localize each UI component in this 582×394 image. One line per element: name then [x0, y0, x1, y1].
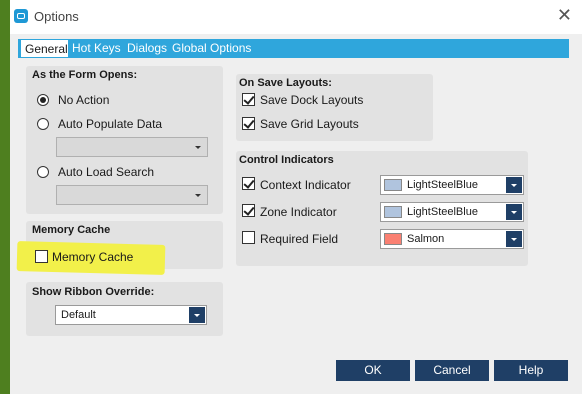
auto-populate-label: Auto Populate Data — [58, 117, 163, 131]
tab-hot-keys[interactable]: Hot Keys — [72, 39, 128, 58]
cancel-button[interactable]: Cancel — [415, 360, 489, 381]
dialog-title: Options — [34, 9, 79, 24]
close-icon[interactable]: ✕ — [557, 5, 572, 26]
form-opens-group: As the Form Opens: No Action Auto Popula… — [26, 66, 223, 214]
context-indicator-color: LightSteelBlue — [407, 179, 478, 191]
chevron-down-icon — [506, 231, 522, 247]
required-field-checkbox[interactable] — [242, 231, 255, 244]
chevron-down-icon — [506, 204, 522, 220]
ribbon-override-dropdown[interactable]: Default — [55, 305, 207, 325]
save-dock-label: Save Dock Layouts — [260, 93, 364, 107]
title-bar: Options ✕ — [10, 0, 582, 34]
save-grid-checkbox[interactable] — [242, 117, 255, 130]
memory-cache-title: Memory Cache — [32, 224, 111, 236]
required-field-color: Salmon — [407, 233, 445, 245]
color-swatch — [384, 206, 402, 218]
context-indicator-checkbox[interactable] — [242, 177, 255, 190]
auto-populate-radio[interactable] — [37, 118, 49, 130]
dialog-body: General Hot Keys Dialogs Global Options … — [10, 34, 582, 394]
save-layouts-group: On Save Layouts: Save Dock Layouts Save … — [236, 74, 433, 141]
tab-global-options[interactable]: Global Options — [172, 39, 262, 58]
auto-populate-dropdown[interactable] — [56, 137, 208, 157]
required-field-label: Required Field — [260, 232, 339, 246]
chevron-down-icon — [190, 187, 206, 203]
options-dialog: Options ✕ General Hot Keys Dialogs Globa… — [10, 0, 582, 394]
no-action-radio[interactable] — [37, 94, 49, 106]
ok-button[interactable]: OK — [336, 360, 410, 381]
zone-indicator-color: LightSteelBlue — [407, 206, 478, 218]
control-indicators-group: Control Indicators Context Indicator Lig… — [236, 151, 528, 266]
control-indicators-title: Control Indicators — [239, 154, 334, 166]
save-grid-label: Save Grid Layouts — [260, 117, 359, 131]
chevron-down-icon — [189, 307, 205, 323]
context-indicator-label: Context Indicator — [260, 178, 351, 192]
auto-load-label: Auto Load Search — [58, 165, 155, 179]
chevron-down-icon — [190, 139, 206, 155]
color-swatch — [384, 179, 402, 191]
ribbon-override-value: Default — [61, 309, 96, 321]
background-window-edge — [0, 0, 10, 394]
zone-indicator-label: Zone Indicator — [260, 205, 337, 219]
auto-load-dropdown[interactable] — [56, 185, 208, 205]
chevron-down-icon — [506, 177, 522, 193]
tab-bar: General Hot Keys Dialogs Global Options — [18, 39, 569, 58]
required-field-color-dropdown[interactable]: Salmon — [380, 229, 524, 249]
memory-cache-checkbox[interactable] — [35, 250, 48, 263]
app-icon — [14, 9, 28, 23]
tab-dialogs[interactable]: Dialogs — [127, 39, 172, 58]
color-swatch — [384, 233, 402, 245]
auto-load-radio[interactable] — [37, 166, 49, 178]
ribbon-override-group: Show Ribbon Override: Default — [26, 282, 223, 336]
save-layouts-title: On Save Layouts: — [239, 77, 332, 89]
help-button[interactable]: Help — [494, 360, 568, 381]
zone-indicator-color-dropdown[interactable]: LightSteelBlue — [380, 202, 524, 222]
save-dock-checkbox[interactable] — [242, 93, 255, 106]
ribbon-override-title: Show Ribbon Override: — [32, 286, 155, 298]
zone-indicator-checkbox[interactable] — [242, 204, 255, 217]
form-opens-title: As the Form Opens: — [32, 69, 138, 81]
context-indicator-color-dropdown[interactable]: LightSteelBlue — [380, 175, 524, 195]
tab-general[interactable]: General — [20, 39, 69, 58]
no-action-label: No Action — [58, 93, 110, 107]
memory-cache-label: Memory Cache — [52, 250, 134, 264]
